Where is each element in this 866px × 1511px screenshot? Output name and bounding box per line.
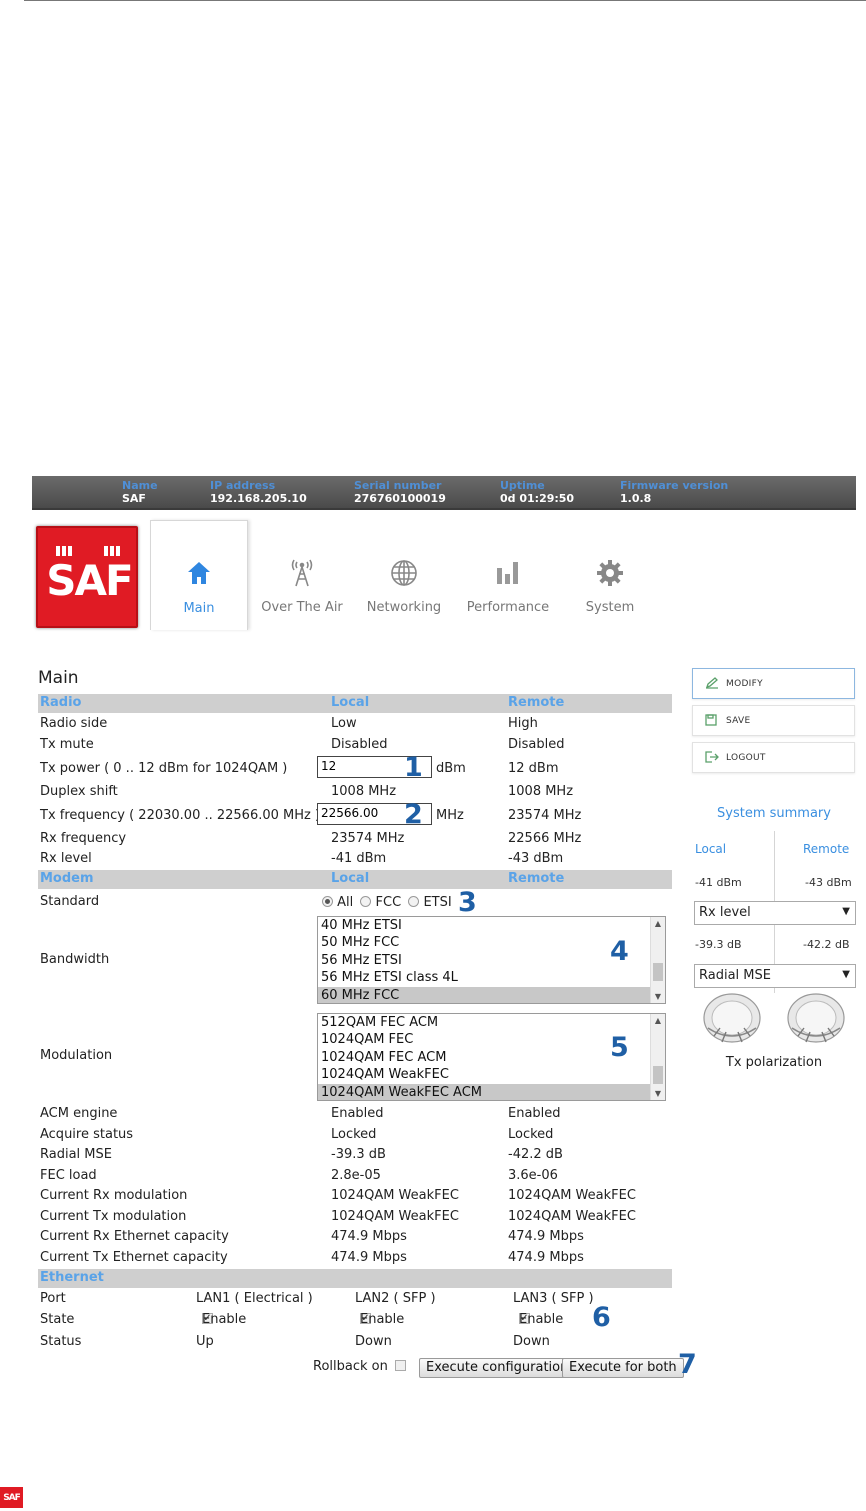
scroll-thumb[interactable] <box>653 1066 663 1084</box>
modulation-option[interactable]: 1024QAM WeakFEC <box>318 1066 665 1083</box>
radio-section-header: Radio Local Remote <box>38 694 672 713</box>
summary-local-rx-level: -41 dBm <box>695 876 742 889</box>
chevron-down-icon: ▼ <box>842 969 850 980</box>
web-ui-frame: Name SAF IP address 192.168.205.10 Seria… <box>32 476 856 1386</box>
tab-over-the-air[interactable]: Over The Air <box>254 520 350 630</box>
saf-logo: SAF <box>36 526 138 628</box>
info-name: Name SAF <box>122 479 158 505</box>
modify-button[interactable]: MODIFY <box>692 668 855 699</box>
scroll-down-icon[interactable]: ▼ <box>651 992 665 1001</box>
bandwidth-option[interactable]: 56 MHz ETSI class 4L <box>318 969 665 986</box>
summary-select-2[interactable]: Radial MSE ▼ <box>694 964 856 988</box>
chevron-down-icon: ▼ <box>842 906 850 917</box>
scroll-thumb[interactable] <box>653 963 663 981</box>
rollback-label: Rollback on <box>313 1359 388 1374</box>
summary-remote-mse: -42.2 dB <box>803 938 850 951</box>
tab-main[interactable]: Main <box>150 520 248 630</box>
standard-radio-fcc[interactable] <box>360 896 372 907</box>
summary-remote-label: Remote <box>803 842 850 856</box>
rollback-checkbox[interactable] <box>395 1360 406 1371</box>
scroll-down-icon[interactable]: ▼ <box>651 1089 665 1098</box>
gear-icon <box>562 558 658 590</box>
info-serial-number: Serial number 276760100019 <box>354 479 446 505</box>
summary-select-1[interactable]: Rx level ▼ <box>694 901 856 925</box>
standard-radio-etsi[interactable] <box>408 896 420 907</box>
remote-antenna-icon <box>784 992 848 1058</box>
execute-for-both-button[interactable]: Execute for both <box>562 1358 684 1378</box>
info-firmware-version: Firmware version 1.0.8 <box>620 479 729 505</box>
home-icon <box>151 559 247 591</box>
save-button[interactable]: SAVE <box>692 705 855 736</box>
info-ip-address: IP address 192.168.205.10 <box>210 479 307 505</box>
pencil-icon <box>705 677 719 692</box>
modulation-option-selected[interactable]: 1024QAM WeakFEC ACM <box>318 1083 665 1100</box>
tx-polarization-label: Tx polarization <box>725 1055 823 1070</box>
logout-button[interactable]: LOGOUT <box>692 742 855 773</box>
local-antenna-icon <box>700 992 764 1058</box>
summary-local-label: Local <box>695 842 727 856</box>
device-info-bar: Name SAF IP address 192.168.205.10 Seria… <box>32 476 856 510</box>
bandwidth-scrollbar[interactable]: ▲ ▼ <box>650 917 665 1003</box>
tab-system[interactable]: System <box>562 520 658 630</box>
bar-chart-icon <box>460 558 556 590</box>
globe-icon <box>354 558 454 590</box>
standard-radio-all[interactable] <box>322 896 333 907</box>
summary-remote-rx-level: -43 dBm <box>805 876 852 889</box>
modulation-option[interactable]: 512QAM FEC ACM <box>318 1014 665 1031</box>
execute-configuration-button[interactable]: Execute configuration <box>419 1358 576 1378</box>
logo-bars <box>52 546 124 556</box>
tab-networking[interactable]: Networking <box>354 520 454 630</box>
page-title: Main <box>38 668 79 688</box>
page-top-rule <box>24 0 866 1</box>
marker-1: 1 <box>404 752 423 783</box>
floppy-disk-icon <box>705 714 717 729</box>
footer-saf-logo: SAF <box>0 1487 23 1508</box>
modulation-scrollbar[interactable]: ▲ ▼ <box>650 1014 665 1100</box>
scroll-up-icon[interactable]: ▲ <box>651 1016 665 1025</box>
tab-performance[interactable]: Performance <box>460 520 556 630</box>
marker-4: 4 <box>610 936 629 967</box>
summary-local-mse: -39.3 dB <box>695 938 742 951</box>
modem-section-header: Modem Local Remote <box>38 870 672 889</box>
system-summary-title: System summary <box>717 806 831 821</box>
info-uptime: Uptime 0d 01:29:50 <box>500 479 575 505</box>
antenna-tower-icon <box>254 558 350 590</box>
marker-7: 7 <box>678 1349 697 1380</box>
scroll-up-icon[interactable]: ▲ <box>651 919 665 928</box>
marker-2: 2 <box>404 799 423 830</box>
marker-6: 6 <box>592 1302 611 1333</box>
ethernet-section-header: Ethernet <box>38 1269 672 1288</box>
standard-radio-group: All FCC ETSI <box>322 895 455 910</box>
marker-3: 3 <box>458 887 477 918</box>
marker-5: 5 <box>610 1032 629 1063</box>
logout-icon <box>705 751 719 766</box>
bandwidth-option[interactable]: 40 MHz ETSI <box>318 917 665 934</box>
tx-power-unit: dBm <box>436 761 466 776</box>
tx-frequency-unit: MHz <box>436 808 464 823</box>
bandwidth-option-selected[interactable]: 60 MHz FCC <box>318 986 665 1003</box>
